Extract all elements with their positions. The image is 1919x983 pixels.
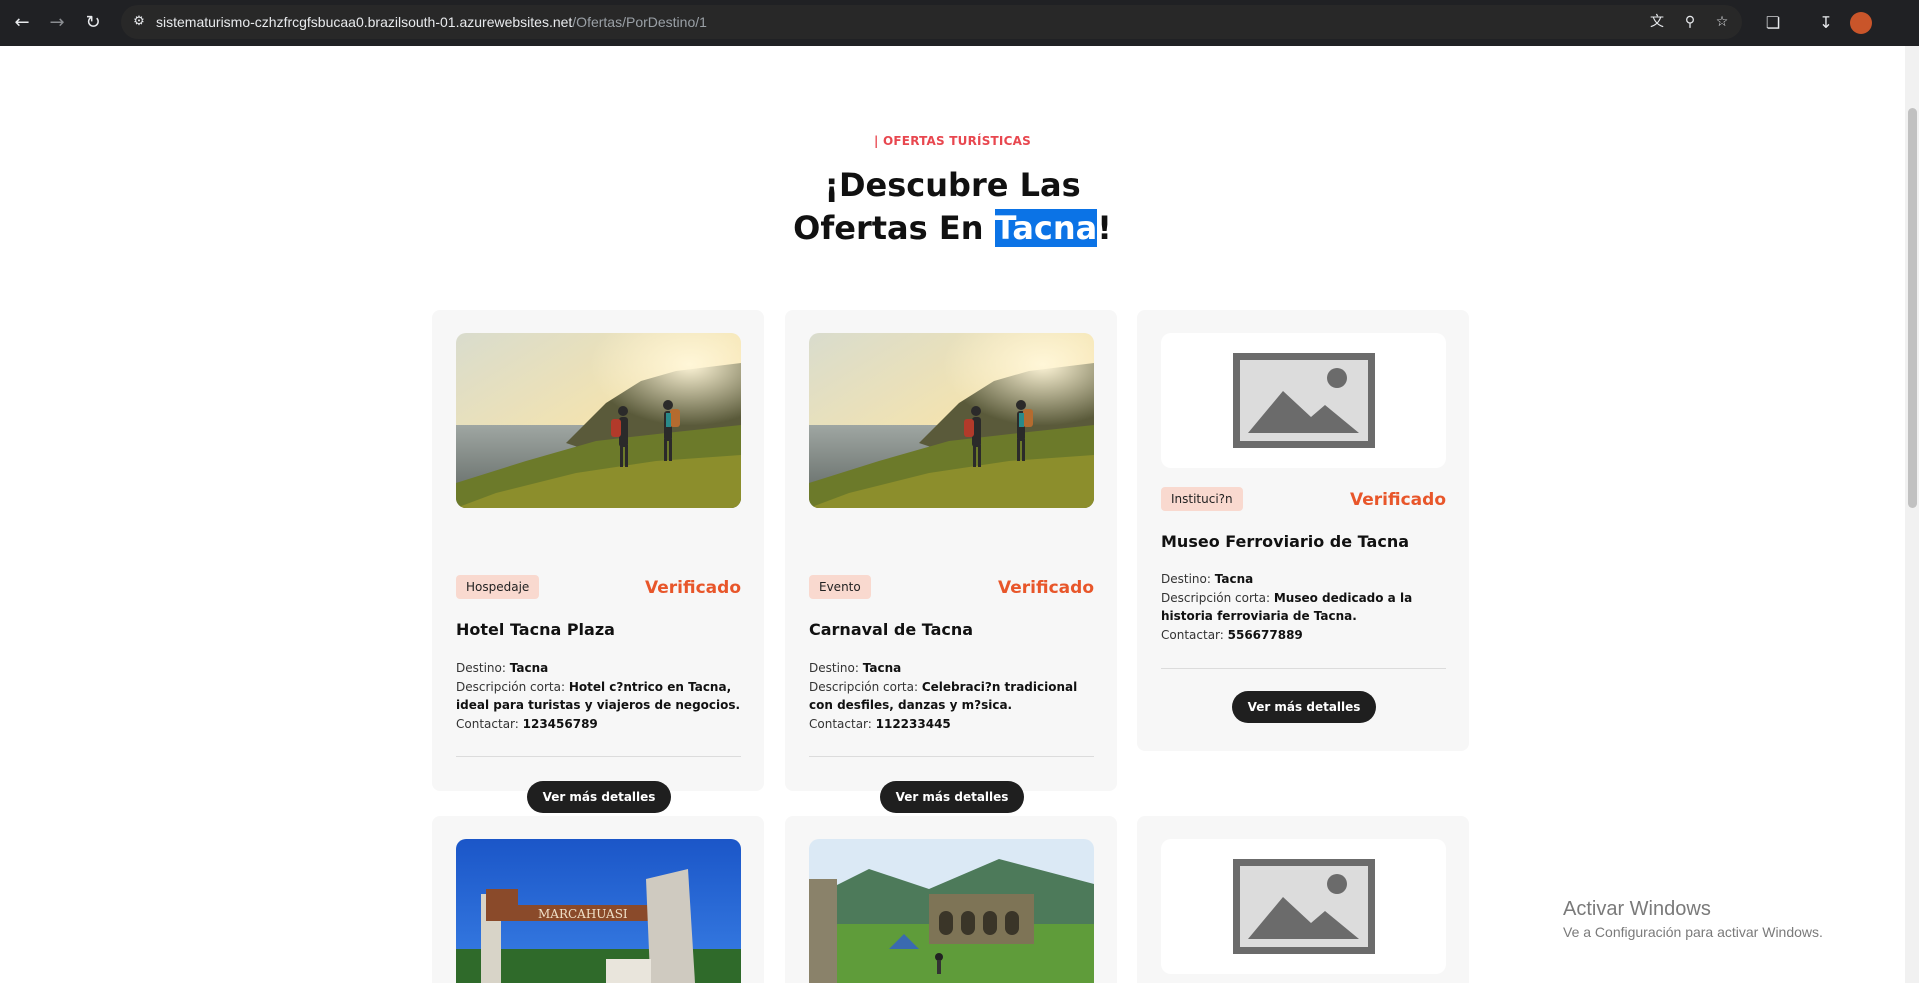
offer-details: Destino: Tacna Descripción corta: Hotel … [456,659,746,734]
address-bar[interactable]: ⚙ sistematurismo-czhzfrcgfsbucaa0.brazil… [121,5,1742,39]
offer-name: Museo Ferroviario de Tacna [1161,532,1409,551]
contactar-label: Contactar: [456,717,523,731]
url-path: /Ofertas/PorDestino/1 [572,14,707,30]
download-icon[interactable]: ↧ [1814,11,1838,35]
offer-card: Evento Verificado Carnaval de Tacna Dest… [785,310,1117,813]
title-suffix: ! [1097,209,1112,247]
card-divider [809,756,1094,757]
url-text[interactable]: sistematurismo-czhzfrcgfsbucaa0.brazilso… [156,13,707,31]
descripcion-label: Descripción corta: [1161,591,1274,605]
verified-label: Verificado [998,578,1094,598]
offer-details: Destino: Tacna Descripción corta: Museo … [1161,570,1451,645]
offer-card: MARCAHUASI [432,816,764,983]
browser-toolbar: ← → ↻ ⚙ sistematurismo-czhzfrcgfsbucaa0.… [0,0,1919,46]
offer-details: Destino: Tacna Descripción corta: Celebr… [809,659,1099,734]
card-divider [1161,668,1446,669]
image-placeholder [1161,839,1446,974]
card-divider [456,756,741,757]
verified-label: Verificado [1350,490,1446,510]
hikers-coast-photo [809,333,1094,508]
offer-card [785,816,1117,983]
watermark-title: Activar Windows [1563,898,1711,920]
descripcion-label: Descripción corta: [456,680,569,694]
page-title: ¡Descubre Las Ofertas En Tacna! [0,164,1905,250]
profile-avatar[interactable] [1850,12,1872,34]
windows-activation-watermark: Activar Windows Ve a Configuración para … [1563,896,1823,942]
extensions-icon[interactable]: ❏ [1761,11,1785,35]
contact-value: 123456789 [522,717,598,731]
offer-name: Carnaval de Tacna [809,620,974,639]
section-eyebrow: | OFERTAS TURÍSTICAS [874,134,1031,148]
offer-name: Hotel Tacna Plaza [456,620,615,639]
translate-icon[interactable]: 文 [1647,12,1667,32]
contactar-label: Contactar: [1161,628,1228,642]
details-button[interactable]: Ver más detalles [880,781,1024,813]
contact-value: 556677889 [1227,628,1303,642]
offer-card: Instituci?n Verificado Museo Ferroviario… [1137,310,1469,751]
title-line-2: Ofertas En Tacna! [0,207,1905,250]
destino-label: Destino: [1161,572,1215,586]
offer-card [1137,816,1469,983]
stone-ruins-camp-photo [809,839,1094,983]
forward-icon[interactable]: → [45,11,69,35]
verified-label: Verificado [645,578,741,598]
details-button[interactable]: Ver más detalles [1232,691,1376,723]
category-badge: Hospedaje [456,575,540,599]
destino-value: Tacna [509,661,549,675]
destino-value: Tacna [1214,572,1254,586]
zoom-icon[interactable]: ⚲ [1680,12,1700,32]
image-placeholder [1161,333,1446,468]
url-host: sistematurismo-czhzfrcgfsbucaa0.brazilso… [156,14,573,30]
reload-icon[interactable]: ↻ [81,11,105,35]
hikers-coast-photo [456,333,741,508]
site-info-icon[interactable]: ⚙ [129,12,149,32]
descripcion-label: Descripción corta: [809,680,922,694]
category-badge: Instituci?n [1161,487,1243,511]
image-placeholder-icon [1233,859,1375,954]
title-highlight-selected: Tacna [994,209,1098,247]
page-scrollbar[interactable] [1905,46,1919,983]
destino-label: Destino: [456,661,510,675]
title-line-1: ¡Descubre Las [824,166,1081,204]
watermark-subtitle: Ve a Configuración para activar Windows. [1563,924,1823,940]
offer-card: Hospedaje Verificado Hotel Tacna Plaza D… [432,310,764,813]
contact-value: 112233445 [875,717,951,731]
details-button[interactable]: Ver más detalles [527,781,671,813]
destino-label: Destino: [809,661,863,675]
marcahuasi-arch-photo: MARCAHUASI [456,839,741,983]
bookmark-star-icon[interactable]: ☆ [1712,12,1732,32]
image-placeholder-icon [1233,353,1375,448]
marcahuasi-sign: MARCAHUASI [538,907,628,921]
scrollbar-thumb[interactable] [1908,108,1917,508]
back-icon[interactable]: ← [10,11,34,35]
destino-value: Tacna [862,661,902,675]
page-content: | OFERTAS TURÍSTICAS ¡Descubre Las Ofert… [0,46,1905,983]
title-prefix: Ofertas En [793,209,995,247]
category-badge: Evento [809,575,871,599]
contactar-label: Contactar: [809,717,876,731]
